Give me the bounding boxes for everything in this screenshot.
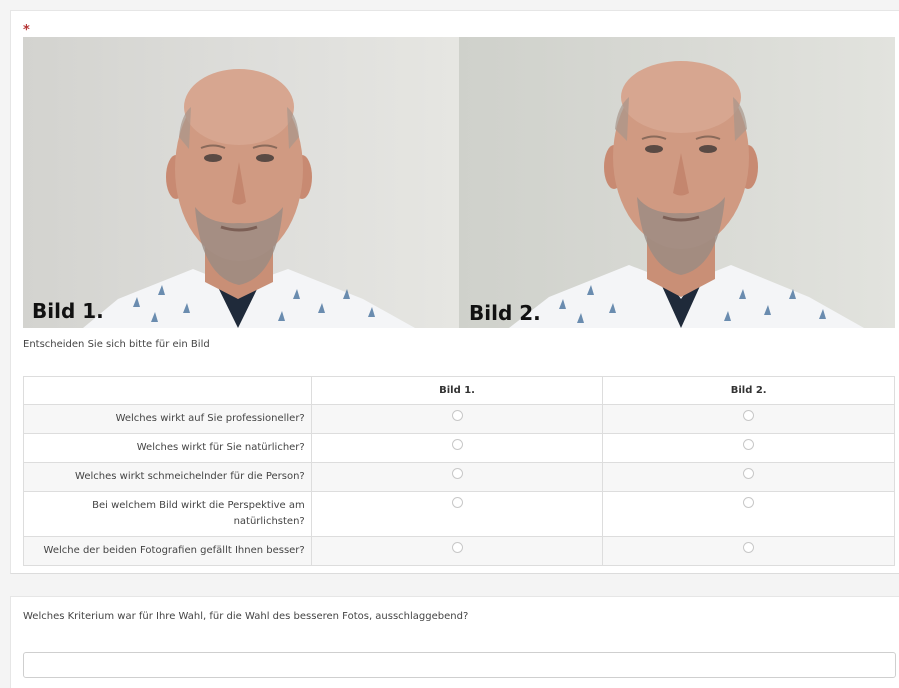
question-instruction: Entscheiden Sie sich bitte für ein Bild [23,339,210,350]
radio-professional-bild-1[interactable] [451,410,463,421]
matrix-row-label: Bei welchem Bild wirkt die Perspektive a… [23,491,312,537]
photo-bild-1: Bild 1. [23,37,459,328]
matrix-cell-bild-2 [602,462,895,492]
photo-caption-bild-2: Bild 2. [469,301,541,325]
radio-perspective-bild-1[interactable] [451,497,463,508]
photo-comparison-question: * Bild 1. Bild 2. Entscheiden Sie sich b… [10,10,899,574]
matrix-header-row: Bild 1. Bild 2. [23,376,895,405]
radio-flattering-bild-2[interactable] [743,468,755,479]
matrix-row-preference: Welche der beiden Fotografien gefällt Ih… [23,536,895,566]
matrix-row-perspective: Bei welchem Bild wirkt die Perspektive a… [23,491,895,537]
radio-natural-bild-2[interactable] [743,439,755,450]
matrix-cell-bild-1 [310,404,604,434]
radio-preference-bild-2[interactable] [743,542,755,553]
matrix-cell-bild-2 [602,433,895,463]
matrix-row-label: Welche der beiden Fotografien gefällt Ih… [23,536,312,566]
required-marker: * [23,23,30,38]
matrix-header-bild-2: Bild 2. [602,376,895,405]
criterion-question-label: Welches Kriterium war für Ihre Wahl, für… [23,611,469,622]
portrait-illustration-1 [83,69,415,328]
matrix-row-natural: Welches wirkt für Sie natürlicher? [23,433,895,463]
matrix-row-flattering: Welches wirkt schmeichelnder für die Per… [23,462,895,492]
photo-bild-2: Bild 2. [459,37,895,328]
survey-page: * Bild 1. Bild 2. Entscheiden Sie sich b… [0,0,899,688]
matrix-cell-bild-2 [602,491,895,537]
portrait-illustration-2 [509,61,864,328]
matrix-cell-bild-1 [310,491,604,537]
matrix-cell-bild-1 [310,462,604,492]
photo-caption-bild-1: Bild 1. [32,299,104,323]
choice-matrix: Bild 1. Bild 2. Welches wirkt auf Sie pr… [23,376,895,566]
matrix-cell-bild-1 [310,433,604,463]
radio-flattering-bild-1[interactable] [451,468,463,479]
matrix-cell-bild-2 [602,404,895,434]
matrix-row-label: Welches wirkt schmeichelnder für die Per… [23,462,312,492]
photo-comparison-image: Bild 1. Bild 2. [23,37,895,328]
matrix-row-label: Welches wirkt für Sie natürlicher? [23,433,312,463]
matrix-cell-bild-1 [310,536,604,566]
matrix-row-label: Welches wirkt auf Sie professioneller? [23,404,312,434]
radio-professional-bild-2[interactable] [743,410,755,421]
criterion-question: Welches Kriterium war für Ihre Wahl, für… [10,596,899,688]
matrix-row-professional: Welches wirkt auf Sie professioneller? [23,404,895,434]
criterion-answer-input[interactable] [23,652,896,678]
matrix-header-bild-1: Bild 1. [310,376,604,405]
radio-preference-bild-1[interactable] [451,542,463,553]
radio-natural-bild-1[interactable] [451,439,463,450]
matrix-header-empty [23,376,312,405]
matrix-cell-bild-2 [602,536,895,566]
radio-perspective-bild-2[interactable] [743,497,755,508]
